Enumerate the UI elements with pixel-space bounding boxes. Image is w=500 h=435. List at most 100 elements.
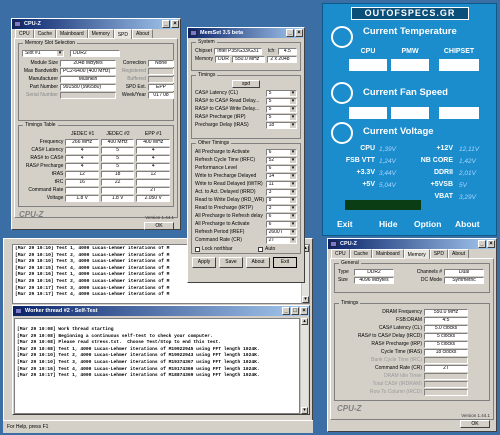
memset-timing-select[interactable]: 6 [265,164,297,172]
cpuz-left-ok-button[interactable]: OK [144,222,174,230]
close-icon[interactable]: × [171,20,179,28]
memset-timing-select[interactable]: 18 [265,121,297,129]
about-button[interactable]: About [246,257,270,268]
memory-timing-label: Cycle Time (tRAS) [380,349,422,355]
memset-timing-label: Refresh Cycle Time (tRFC) [195,157,256,163]
memset-timing-select[interactable]: 6 [265,220,297,228]
close-icon[interactable]: × [295,29,303,37]
minimize-icon[interactable]: _ [282,307,290,315]
voltage-label: +3.3V [356,169,376,176]
tab-memory[interactable]: Memory [87,29,114,38]
maximize-icon[interactable]: □ [291,307,299,315]
brand-logo: OUTOFSPECS.GR [351,7,469,20]
memset-timing-select[interactable]: 2T [265,236,297,244]
memory-timing-label: Total CAS# (tRDRAM) [372,381,422,387]
timing-row: RAS# Precharge 4 5 4 [22,162,170,170]
memory-slot-group-title: Memory Slot Selection [23,40,78,47]
scroll-down-icon[interactable]: ▾ [301,407,308,414]
memory-timing-value: 5 clocks [424,332,468,340]
memset-timing-row: Command Rate (CR) 2T [195,236,297,244]
lock-checkbox[interactable] [195,246,200,252]
timing-cell: 4 [136,162,170,170]
auto-checkbox[interactable] [258,246,263,252]
save-button[interactable]: Save [219,257,243,268]
memset-timing-select[interactable]: 2600T [265,228,297,236]
spd-button[interactable]: spd [232,80,260,88]
chipset-label: Chipset [195,48,212,54]
cpuz-right-ok-button[interactable]: OK [460,420,490,428]
timing-col-header: EPP #1 [144,131,162,137]
memset-timing-select[interactable]: 3 [265,204,297,212]
voltage-value: 1,24V [379,158,396,165]
memset-timing-select[interactable]: 8 [265,196,297,204]
minimize-icon[interactable]: _ [478,240,486,248]
timing-cell: 4 [136,154,170,162]
timing-cell [100,186,135,194]
memset-timing-select[interactable]: 5 [265,97,297,105]
memset-timing-select[interactable]: 14 [265,172,297,180]
ich-value: 4.5 [277,47,297,55]
timing-row: Frequency 266 MHz 400 MHz 400 MHz [22,138,170,146]
tab-memory[interactable]: Memory [403,249,430,259]
memset-timing-label: Read to Precharge (tRTP) [195,205,253,211]
memset-titlebar[interactable]: MemSet 3.5 beta _ × [188,28,304,38]
memset-timing-select[interactable]: 52 [265,156,297,164]
tab-cache[interactable]: Cache [33,29,57,38]
exit-button[interactable]: Exit [273,257,297,268]
worker2-scrollbar[interactable]: ▴ ▾ [300,318,308,414]
tab-spd[interactable]: SPD [113,29,132,39]
memset-timing-select[interactable]: 3 [265,188,297,196]
cpuz-right-tabs: CPU Cache Mainboard Memory SPD About [328,249,496,259]
dc-mode-label: DC Mode [420,277,442,283]
memory-timing-row: DRAM Frequency 550.0 MHz [338,308,486,316]
voltage-label: DDRII [433,169,453,176]
memset-timing-select[interactable]: 5 [265,105,297,113]
memset-timing-select[interactable]: 5 [265,113,297,121]
cpuz-right-titlebar[interactable]: CPU-Z _ × [328,239,496,249]
memset-timing-row: All Precharge to Activate 6 [195,220,297,228]
memory-freq: 550.0 MHz [232,55,266,63]
apply-button[interactable]: Apply [192,257,216,268]
manufacturer-label: Manufacturer [28,76,58,82]
memset-timing-row: RAS# Precharge (tRP) 5 [195,113,297,121]
tab-cpu[interactable]: CPU [331,249,350,258]
other-timings-group: Other Timings All Precharge to Activate 6… [191,140,301,254]
memset-timing-row: RAS# to CAS# Write Delay... 5 [195,105,297,113]
tab-about[interactable]: About [448,249,470,258]
memset-timing-row: Refresh Period (tREF) 2600T [195,228,297,236]
module-size-label: Module Size [30,60,58,66]
cpuz-left-version: Version 1.44.1 [145,215,174,220]
close-icon[interactable]: × [487,240,495,248]
voltage-title: Current Voltage [363,126,434,137]
tab-cache[interactable]: Cache [349,249,373,258]
memset-timing-select[interactable]: 6 [265,212,297,220]
max-bandwidth-label: Max Bandwidth [23,68,58,74]
scroll-up-icon[interactable]: ▴ [301,318,308,325]
memset-timings: CAS# Latency (CL)5RAS# to CAS# Read Dela… [195,89,297,129]
monitor-option-button[interactable]: Option [414,219,441,229]
slot-select[interactable]: Slot #1 [22,49,64,57]
memory-timing-row: RAS# to CAS# Delay (tRCD) 5 clocks [338,332,486,340]
minimize-icon[interactable]: _ [162,20,170,28]
scroll-down-icon[interactable]: ▾ [302,296,309,303]
memset-timing-select[interactable]: 11 [265,180,297,188]
memory-timing-label: Bank Cycle Time (tRC) [371,357,422,363]
minimize-icon[interactable]: _ [286,29,294,37]
monitor-hide-button[interactable]: Hide [379,219,397,229]
cpuz-spd-window: CPU-Z _ × CPU Cache Mainboard Memory SPD Abou… [11,18,181,230]
worker2-titlebar[interactable]: Worker thread #2 - Self-Test _ □ × [13,306,309,316]
cpuz-left-titlebar[interactable]: CPU-Z _ × [12,19,180,29]
voltage-value: 1,39V [379,146,396,153]
monitor-exit-button[interactable]: Exit [337,219,353,229]
tab-mainboard[interactable]: Mainboard [56,29,88,38]
tab-spd[interactable]: SPD [429,249,448,258]
monitor-about-button[interactable]: About [455,219,480,229]
tab-about[interactable]: About [132,29,154,38]
close-icon[interactable]: × [300,307,308,315]
memset-timing-row: All Precharge to Refresh delay 6 [195,212,297,220]
thermometer-icon [331,26,353,48]
memset-timing-select[interactable]: 6 [265,148,297,156]
tab-cpu[interactable]: CPU [15,29,34,38]
memset-timing-select[interactable]: 5 [265,89,297,97]
tab-mainboard[interactable]: Mainboard [372,249,404,258]
